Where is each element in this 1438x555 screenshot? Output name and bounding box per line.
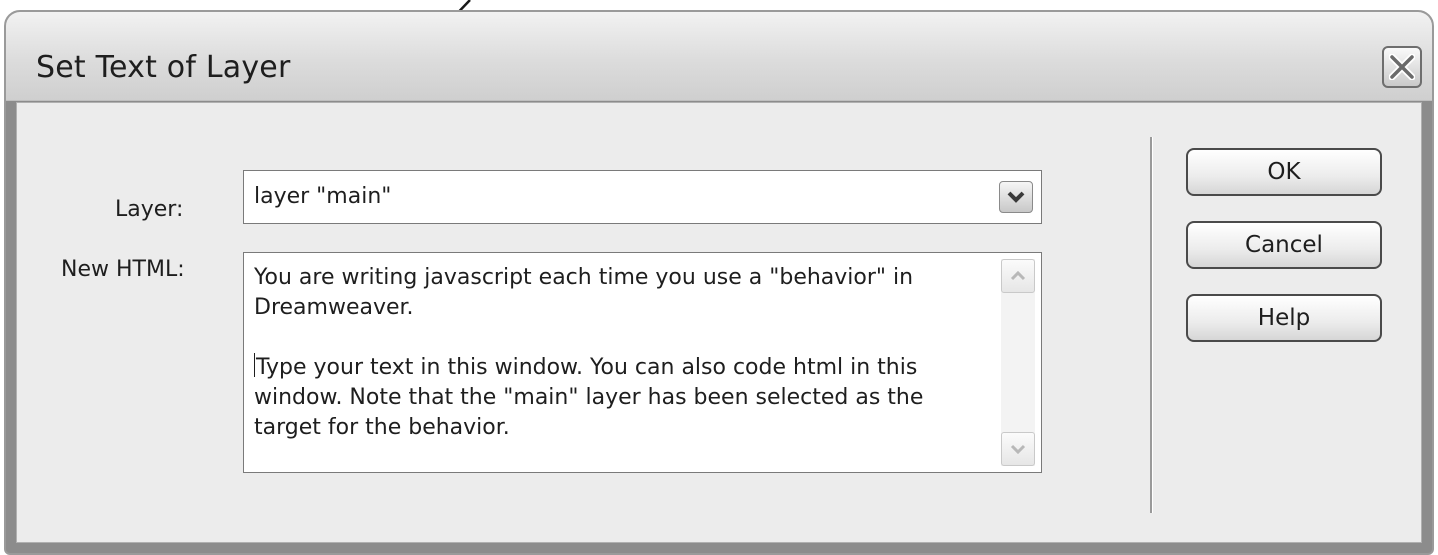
title-bar: Set Text of Layer (6, 12, 1432, 101)
html-paragraph-1: You are writing javascript each time you… (254, 265, 914, 320)
layer-select[interactable]: layer "main" (243, 170, 1042, 224)
new-html-textarea[interactable]: You are writing javascript each time you… (243, 252, 1042, 473)
text-caret (254, 353, 255, 377)
chevron-down-icon (1007, 191, 1025, 203)
new-html-label: New HTML: (61, 257, 185, 282)
help-button[interactable]: Help (1186, 294, 1382, 342)
scroll-up-button[interactable] (1001, 259, 1035, 293)
ok-button[interactable]: OK (1186, 148, 1382, 196)
html-paragraph-2: Type your text in this window. You can a… (254, 353, 994, 443)
scroll-up-icon (1010, 271, 1026, 281)
cancel-button[interactable]: Cancel (1186, 221, 1382, 269)
vertical-divider (1150, 137, 1153, 513)
layer-select-value: layer "main" (254, 184, 392, 209)
close-icon (1389, 54, 1415, 80)
dialog-title: Set Text of Layer (36, 50, 291, 85)
new-html-content: You are writing javascript each time you… (254, 263, 994, 443)
close-button[interactable] (1382, 46, 1422, 88)
vertical-scrollbar[interactable] (1001, 259, 1035, 466)
scroll-down-icon (1010, 444, 1026, 454)
html-paragraph-2-text: Type your text in this window. You can a… (254, 355, 924, 440)
set-text-of-layer-dialog: Set Text of Layer Layer: layer "main" Ne… (4, 10, 1434, 555)
dialog-body: Layer: layer "main" New HTML: You are wr… (16, 102, 1422, 543)
layer-label: Layer: (115, 197, 184, 222)
layer-dropdown-button[interactable] (999, 181, 1033, 213)
scroll-down-button[interactable] (1001, 432, 1035, 466)
